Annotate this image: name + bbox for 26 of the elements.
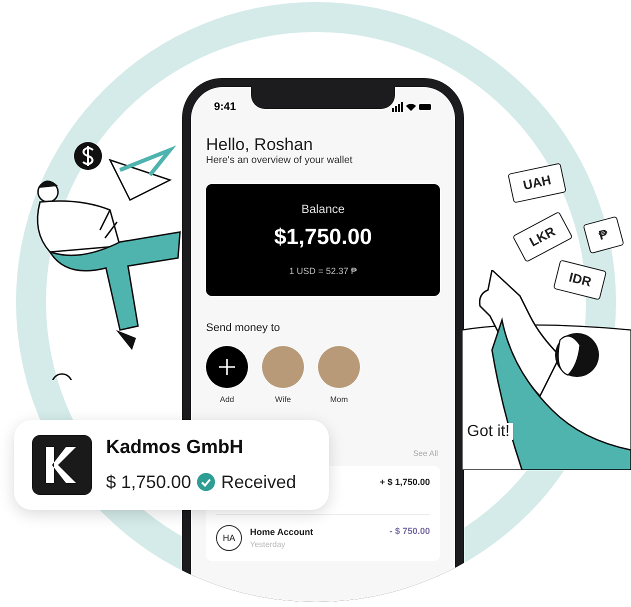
contact-name: Add — [220, 394, 234, 406]
greeting: Hello, Roshan — [206, 134, 314, 156]
transaction-amount: + $ 1,750.00 — [380, 476, 430, 490]
contact-name: Mom — [330, 394, 348, 406]
initials-avatar: HA — [216, 525, 242, 552]
contact-avatar[interactable] — [262, 346, 304, 388]
balance-amount: $1,750.00 — [274, 222, 372, 251]
status-icons — [392, 102, 432, 112]
balance-label: Balance — [301, 200, 345, 218]
subtitle: Here's an overview of your wallet — [206, 155, 354, 168]
add-contact-button[interactable] — [206, 346, 248, 388]
company-name: Kadmos GmbH — [106, 436, 244, 460]
check-circle-icon — [197, 473, 216, 492]
payment-amount: $ 1,750.00 — [106, 470, 192, 494]
transaction-name: Home Account — [250, 526, 314, 538]
plus-icon — [218, 358, 236, 376]
see-all-link[interactable]: See All — [413, 448, 438, 460]
transaction-amount: - $ 750.00 — [389, 525, 430, 538]
payment-status: Received — [221, 470, 296, 494]
transaction-date: Yesterday — [250, 539, 286, 551]
company-logo-icon — [32, 435, 92, 495]
contact-name: Wife — [275, 394, 291, 406]
contact-avatar[interactable] — [318, 346, 360, 388]
exchange-rate: 1 USD = 52.37 ₱ — [289, 264, 357, 278]
section-title: Send money to — [206, 320, 281, 336]
status-time: 9:41 — [214, 100, 236, 115]
